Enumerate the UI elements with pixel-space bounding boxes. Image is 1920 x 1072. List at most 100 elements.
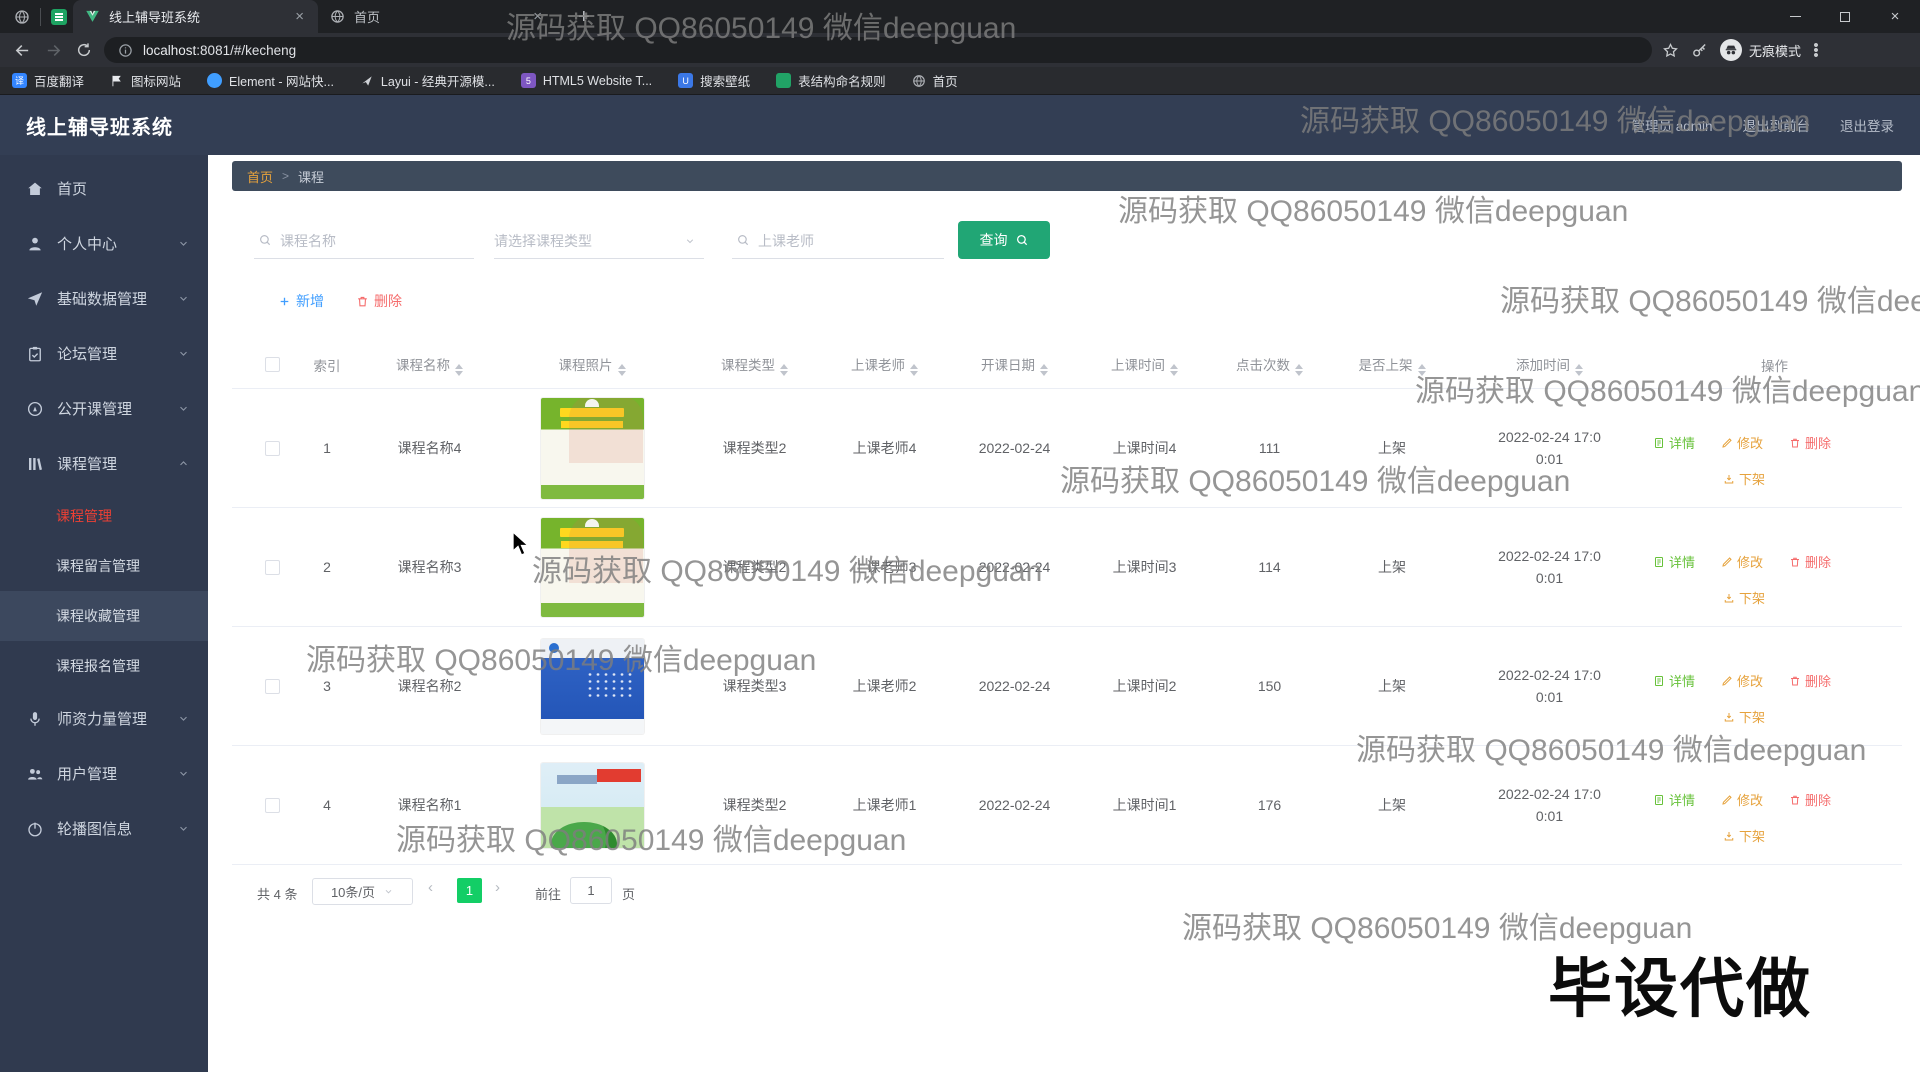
course-photo[interactable]	[540, 517, 644, 617]
offshelf-link[interactable]: 下架	[1723, 588, 1765, 607]
bookmark-wallpaper[interactable]: U 搜索壁纸	[678, 71, 750, 90]
sidebar-subitem-course-favorite[interactable]: 课程收藏管理	[0, 591, 208, 641]
sort-icon[interactable]	[1295, 363, 1303, 376]
course-photo[interactable]	[540, 638, 644, 734]
window-maximize-button[interactable]	[1820, 0, 1870, 33]
logout-link[interactable]: 退出登录	[1840, 115, 1894, 135]
column-header: 索引	[313, 358, 341, 374]
edit-link[interactable]: 修改	[1721, 790, 1763, 809]
microphone-icon	[30, 711, 40, 726]
window-minimize-button[interactable]	[1770, 0, 1820, 33]
bookmark-element[interactable]: Element - 网站快...	[207, 71, 334, 90]
delete-link[interactable]: 删除	[1789, 790, 1831, 809]
row-checkbox[interactable]	[264, 679, 280, 695]
pagination-next-icon[interactable]: ›	[495, 879, 500, 896]
bookmark-baidu-translate[interactable]: 译百度翻译	[12, 71, 84, 90]
globe-icon[interactable]	[14, 9, 30, 25]
sort-icon[interactable]	[1170, 363, 1178, 376]
sidebar-item-teacher-mgmt[interactable]: 师资力量管理	[0, 691, 208, 746]
pagination-prev-icon[interactable]: ‹	[428, 879, 433, 896]
download-box-icon	[1724, 831, 1734, 840]
delete-button[interactable]: 删除	[356, 291, 402, 311]
row-checkbox[interactable]	[264, 560, 280, 576]
edit-link[interactable]: 修改	[1721, 552, 1763, 571]
course-photo[interactable]	[540, 762, 644, 848]
delete-link[interactable]: 删除	[1789, 552, 1831, 571]
sort-icon[interactable]	[617, 363, 626, 376]
edit-link[interactable]: 修改	[1721, 433, 1763, 452]
sort-icon[interactable]	[1575, 363, 1583, 376]
course-name-input[interactable]	[254, 223, 474, 259]
bookmark-naming-rules[interactable]: 表结构命名规则	[776, 71, 886, 90]
detail-link[interactable]: 详情	[1653, 433, 1695, 452]
row-checkbox[interactable]	[264, 441, 280, 457]
sidebar-subitem-course-message[interactable]: 课程留言管理	[0, 541, 208, 591]
sidebar-subitem-course-signup[interactable]: 课程报名管理	[0, 641, 208, 691]
close-icon[interactable]: ×	[291, 8, 308, 25]
sidebar-subitem-course-mgmt[interactable]: 课程管理	[0, 491, 208, 541]
info-icon[interactable]	[118, 43, 133, 58]
sidebar-item-carousel[interactable]: 轮播图信息	[0, 801, 208, 856]
sidebar-item-forum[interactable]: 论坛管理	[0, 326, 208, 381]
sort-icon[interactable]	[910, 363, 918, 376]
window-close-button[interactable]: ×	[1870, 0, 1920, 33]
back-icon[interactable]	[14, 42, 31, 59]
trash-icon	[1791, 438, 1800, 447]
breadcrumb: 首页 > 课程	[232, 161, 1902, 191]
exit-to-front-link[interactable]: 退出到前台	[1743, 115, 1811, 135]
bookmark-html5[interactable]: 5 HTML5 Website T...	[520, 73, 652, 88]
pinned-sheet-tab-icon[interactable]	[51, 8, 67, 25]
pen-icon	[1722, 437, 1732, 448]
page-size-select[interactable]: 10条/页	[312, 878, 413, 905]
table-row: 1 课程名称4 课程类型2 上课老师4 2022-02-24 上课时间4 111…	[232, 389, 1902, 508]
bookmark-star-icon[interactable]	[1662, 42, 1679, 59]
sidebar-item-user-mgmt[interactable]: 用户管理	[0, 746, 208, 801]
select-all-checkbox[interactable]	[264, 357, 280, 373]
offshelf-link[interactable]: 下架	[1723, 707, 1765, 726]
delete-link[interactable]: 删除	[1789, 433, 1831, 452]
refresh-icon[interactable]	[76, 42, 92, 58]
sort-icon[interactable]	[455, 363, 463, 376]
bookmark-homepage[interactable]: 首页	[912, 71, 958, 90]
pagination-page-1[interactable]: 1	[457, 878, 482, 903]
chevron-down-icon	[180, 296, 187, 301]
bookmark-layui[interactable]: Layui - 经典开源模...	[360, 71, 495, 90]
offshelf-link[interactable]: 下架	[1723, 469, 1765, 488]
row-checkbox[interactable]	[264, 798, 280, 814]
close-icon[interactable]: ×	[529, 8, 546, 25]
tab-home[interactable]: 首页 ×	[318, 0, 556, 33]
tab-admin-system[interactable]: 线上辅导班系统 ×	[73, 0, 318, 33]
search-button[interactable]: 查询	[958, 221, 1050, 259]
sidebar-item-home[interactable]: 首页	[0, 161, 208, 216]
bookmark-icon-site[interactable]: 图标网站	[110, 71, 181, 90]
address-bar[interactable]: localhost:8081/#/kecheng	[104, 37, 1652, 63]
key-icon[interactable]	[1691, 42, 1708, 59]
browser-menu-icon[interactable]: • • •	[1813, 38, 1819, 63]
detail-link[interactable]: 详情	[1653, 790, 1695, 809]
incognito-badge[interactable]: 无痕模式	[1720, 39, 1801, 61]
sidebar-item-personal-center[interactable]: 个人中心	[0, 216, 208, 271]
breadcrumb-home[interactable]: 首页	[247, 167, 273, 186]
sort-icon[interactable]	[1417, 363, 1426, 376]
course-type-select[interactable]: 请选择课程类型	[494, 223, 704, 259]
detail-link[interactable]: 详情	[1653, 552, 1695, 571]
delete-link[interactable]: 删除	[1789, 671, 1831, 690]
offshelf-link[interactable]: 下架	[1723, 826, 1765, 845]
admin-user-label: 管理员 admin	[1631, 119, 1713, 134]
course-photo[interactable]	[540, 397, 644, 499]
add-button[interactable]: 新增	[278, 291, 324, 311]
sort-icon[interactable]	[780, 363, 788, 376]
chevron-down-icon	[180, 406, 187, 411]
teacher-input[interactable]	[732, 223, 944, 259]
sidebar-item-course-mgmt[interactable]: 课程管理	[0, 436, 208, 491]
forward-icon[interactable]	[45, 42, 62, 59]
detail-link[interactable]: 详情	[1653, 671, 1695, 690]
sidebar-item-basic-data[interactable]: 基础数据管理	[0, 271, 208, 326]
new-tab-button[interactable]: +	[578, 7, 590, 27]
sort-icon[interactable]	[1040, 363, 1048, 376]
sidebar-item-public-course[interactable]: 公开课管理	[0, 381, 208, 436]
column-header: 上课时间	[1082, 354, 1207, 376]
tab-title: 线上辅导班系统	[109, 10, 201, 25]
pagination-goto-input[interactable]	[570, 877, 612, 904]
edit-link[interactable]: 修改	[1721, 671, 1763, 690]
